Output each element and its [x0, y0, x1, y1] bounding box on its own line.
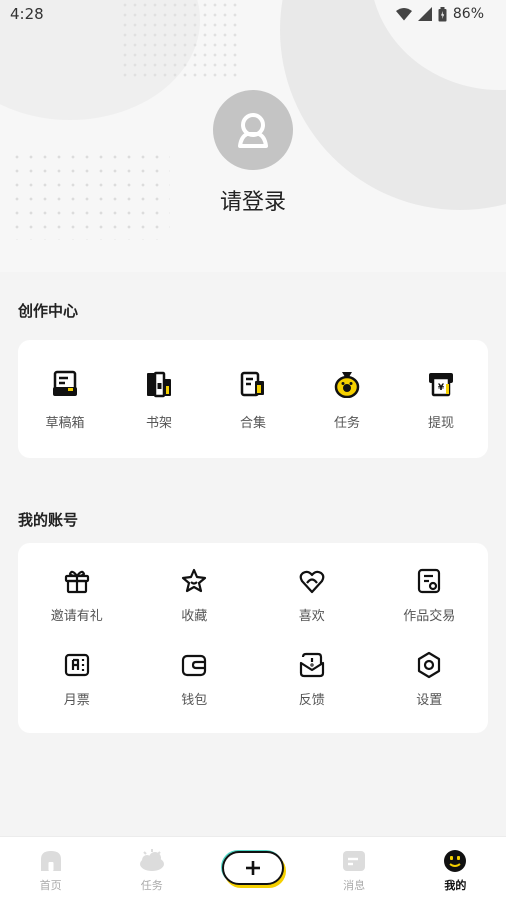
account-item-favorites[interactable]: 收藏 [136, 567, 254, 651]
my-account-card: 邀请有礼 收藏 喜欢 作品交易 月票 钱包 反馈 设置 [18, 543, 488, 733]
message-icon [343, 851, 366, 871]
account-item-invite[interactable]: 邀请有礼 [18, 567, 136, 651]
status-bar: 4:28 86% [0, 0, 506, 28]
collection-icon [240, 371, 264, 397]
creation-item-drafts[interactable]: 草稿箱 [25, 370, 105, 431]
avatar[interactable] [213, 90, 293, 170]
account-item-label: 邀请有礼 [50, 609, 103, 624]
star-icon [182, 568, 207, 593]
nav-create[interactable] [213, 837, 293, 885]
status-icons: 86% [395, 6, 484, 22]
creation-item-withdraw[interactable]: ¥ 提现 [401, 370, 481, 431]
account-item-label: 喜欢 [298, 609, 325, 624]
account-item-feedback[interactable]: 反馈 [253, 651, 371, 735]
signal-icon [417, 7, 432, 21]
settings-icon [418, 651, 441, 679]
account-item-label: 作品交易 [403, 609, 456, 624]
account-item-label: 钱包 [181, 693, 208, 708]
bottom-nav: 首页 任务 消息 我的 [0, 836, 506, 900]
gift-icon [64, 570, 89, 594]
login-link[interactable]: 请登录 [0, 184, 506, 216]
account-item-label: 月票 [63, 693, 90, 708]
nav-label: 我的 [444, 879, 467, 892]
heart-icon [299, 570, 325, 594]
withdraw-icon: ¥ [429, 373, 453, 397]
nav-label: 首页 [39, 879, 62, 892]
nav-messages[interactable]: 消息 [314, 837, 394, 893]
nav-profile[interactable]: 我的 [415, 837, 495, 893]
status-time: 4:28 [10, 5, 44, 23]
nav-label: 消息 [343, 879, 366, 892]
account-item-monthly-ticket[interactable]: 月票 [18, 651, 136, 735]
creation-center-card: 草稿箱 书架 合集 任务 ¥ 提现 [18, 340, 488, 458]
creation-item-label: 草稿箱 [45, 416, 85, 431]
user-avatar-icon [238, 113, 268, 148]
creation-item-label: 提现 [427, 416, 454, 431]
account-item-wallet[interactable]: 钱包 [136, 651, 254, 735]
wifi-icon [395, 7, 412, 20]
monthly-ticket-icon [64, 653, 89, 677]
nav-label: 任务 [140, 879, 163, 892]
nav-home[interactable]: 首页 [11, 837, 91, 893]
account-item-label: 设置 [416, 693, 443, 708]
bookshelf-icon [147, 371, 171, 398]
home-icon [40, 851, 61, 871]
creation-item-collection[interactable]: 合集 [213, 370, 293, 431]
creation-item-task[interactable]: 任务 [307, 370, 387, 431]
account-item-likes[interactable]: 喜欢 [253, 567, 371, 651]
feedback-icon [299, 652, 324, 678]
nav-task[interactable]: 任务 [112, 837, 192, 893]
creation-item-bookshelf[interactable]: 书架 [119, 370, 199, 431]
creation-item-label: 合集 [239, 416, 266, 431]
svg-text:¥: ¥ [438, 383, 445, 393]
creation-item-label: 任务 [333, 416, 360, 431]
create-button[interactable] [221, 851, 284, 885]
account-item-trade[interactable]: 作品交易 [371, 567, 489, 651]
account-item-label: 反馈 [298, 693, 325, 708]
section-title-creation: 创作中心 [18, 302, 79, 320]
battery-icon [438, 6, 447, 21]
wallet-icon [182, 654, 207, 677]
drafts-icon [53, 370, 77, 396]
task-bag-icon [334, 372, 360, 398]
account-item-settings[interactable]: 设置 [371, 651, 489, 735]
cloud-task-icon [139, 849, 164, 871]
plus-icon [245, 861, 260, 875]
profile-face-icon [444, 850, 467, 872]
creation-item-label: 书架 [145, 416, 172, 431]
account-item-label: 收藏 [181, 609, 208, 624]
battery-percent: 86% [452, 6, 484, 22]
section-title-account: 我的账号 [18, 511, 79, 529]
trade-doc-icon [418, 568, 441, 594]
